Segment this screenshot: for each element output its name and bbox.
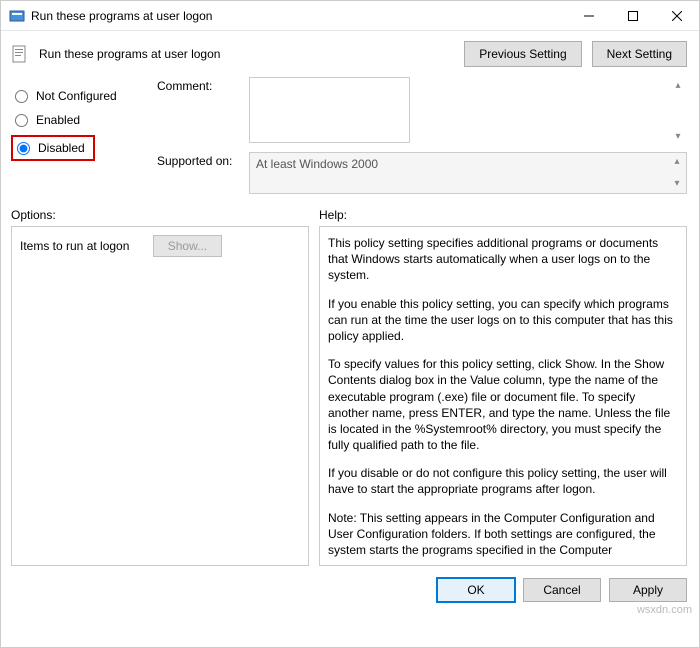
- scroll-up-icon[interactable]: ▴: [670, 155, 684, 169]
- items-to-run-label: Items to run at logon: [20, 239, 129, 253]
- radio-enabled-input[interactable]: [15, 114, 28, 127]
- radio-not-configured-label: Not Configured: [36, 89, 117, 103]
- window-title: Run these programs at user logon: [31, 9, 567, 23]
- supported-label: Supported on:: [157, 152, 241, 194]
- app-icon: [9, 8, 25, 24]
- radio-enabled[interactable]: Enabled: [11, 111, 151, 129]
- maximize-button[interactable]: [611, 1, 655, 31]
- section-labels: Options: Help:: [1, 198, 699, 226]
- titlebar: Run these programs at user logon: [1, 1, 699, 31]
- panels-row: Items to run at logon Show... This polic…: [1, 226, 699, 566]
- radio-disabled-label: Disabled: [38, 141, 85, 155]
- ok-button[interactable]: OK: [437, 578, 515, 602]
- minimize-button[interactable]: [567, 1, 611, 31]
- scroll-down-icon[interactable]: ▾: [670, 177, 684, 191]
- cancel-button[interactable]: Cancel: [523, 578, 601, 602]
- radio-disabled-input[interactable]: [17, 142, 30, 155]
- config-row: Not Configured Enabled Disabled Comment:…: [1, 75, 699, 198]
- fields: Comment: ▴ ▾ Supported on: At least Wind…: [157, 77, 687, 194]
- radio-disabled[interactable]: Disabled: [13, 139, 87, 157]
- supported-value: At least Windows 2000: [256, 157, 378, 171]
- help-paragraph: Note: This setting appears in the Comput…: [328, 510, 678, 559]
- radio-disabled-highlight: Disabled: [11, 135, 95, 161]
- options-label: Options:: [11, 208, 319, 222]
- radio-not-configured[interactable]: Not Configured: [11, 87, 151, 105]
- next-setting-button[interactable]: Next Setting: [592, 41, 687, 67]
- help-paragraph: This policy setting specifies additional…: [328, 235, 678, 284]
- help-paragraph: To specify values for this policy settin…: [328, 356, 678, 453]
- help-label: Help:: [319, 208, 347, 222]
- help-paragraph: If you enable this policy setting, you c…: [328, 296, 678, 345]
- apply-button[interactable]: Apply: [609, 578, 687, 602]
- header-row: Run these programs at user logon Previou…: [1, 31, 699, 75]
- help-panel[interactable]: This policy setting specifies additional…: [319, 226, 687, 566]
- options-panel: Items to run at logon Show...: [11, 226, 309, 566]
- radio-not-configured-input[interactable]: [15, 90, 28, 103]
- show-button: Show...: [153, 235, 222, 257]
- comment-label: Comment:: [157, 77, 241, 146]
- radio-enabled-label: Enabled: [36, 113, 80, 127]
- close-button[interactable]: [655, 1, 699, 31]
- comment-row: Comment: ▴ ▾: [157, 77, 687, 146]
- policy-icon: [11, 45, 29, 63]
- state-radios: Not Configured Enabled Disabled: [11, 77, 151, 194]
- comment-input[interactable]: [249, 77, 410, 143]
- policy-title: Run these programs at user logon: [39, 47, 454, 61]
- previous-setting-button[interactable]: Previous Setting: [464, 41, 581, 67]
- supported-row: Supported on: At least Windows 2000 ▴ ▾: [157, 152, 687, 194]
- help-paragraph: If you disable or do not configure this …: [328, 465, 678, 497]
- scroll-down-icon[interactable]: ▾: [671, 130, 685, 144]
- supported-value-box: At least Windows 2000 ▴ ▾: [249, 152, 687, 194]
- scroll-up-icon[interactable]: ▴: [671, 79, 685, 93]
- footer: OK Cancel Apply: [1, 566, 699, 614]
